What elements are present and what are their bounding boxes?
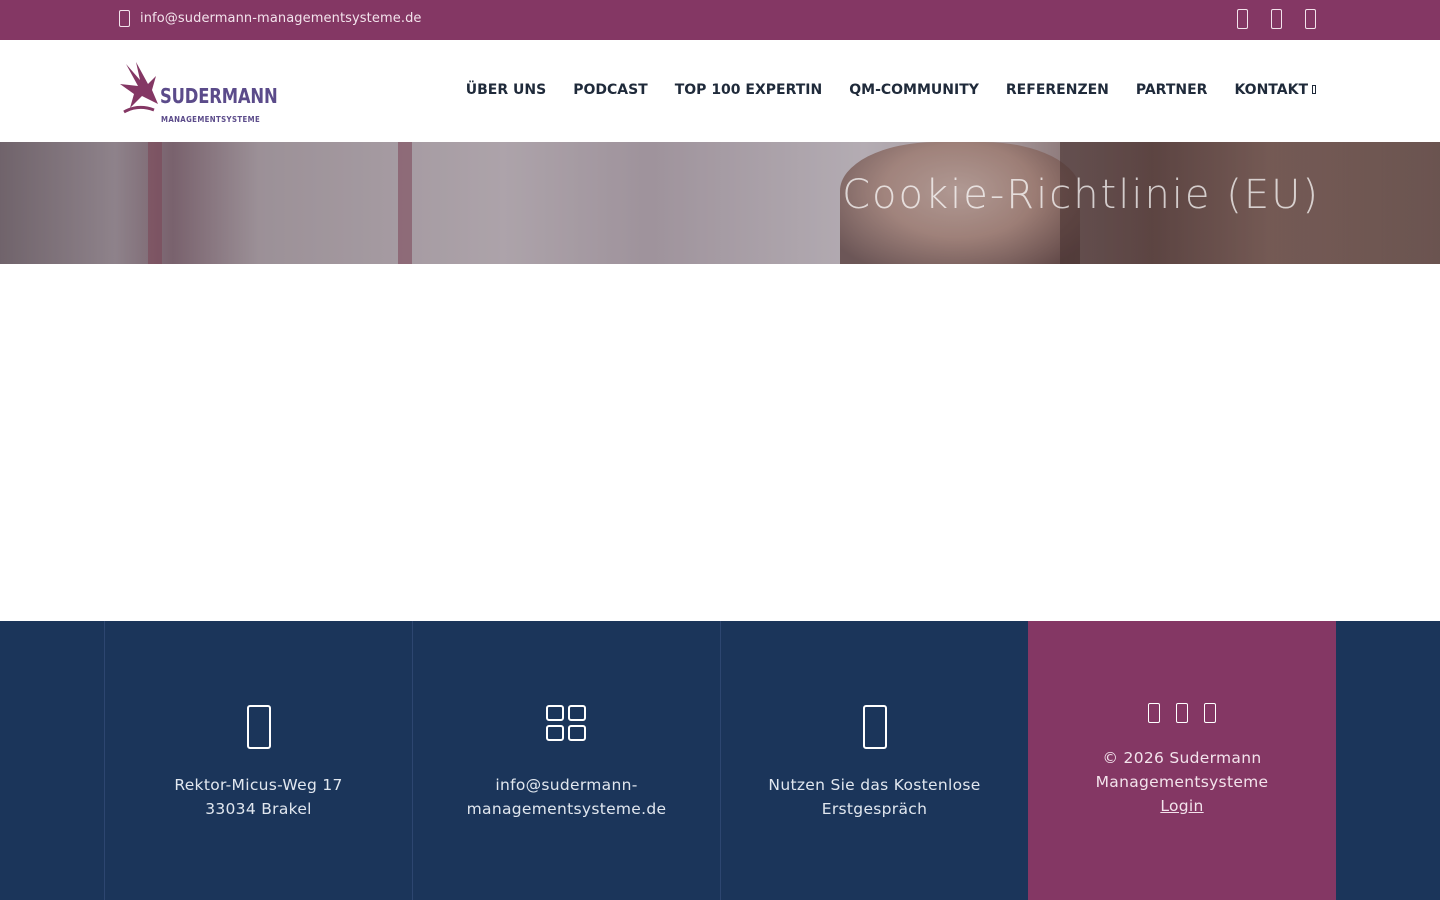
footer-copyright-column: © 2026 Sudermann Managementsysteme Login xyxy=(1028,621,1336,900)
footer-email-line1: info@sudermann- xyxy=(495,776,638,794)
instagram-icon[interactable] xyxy=(1176,703,1188,723)
topbar-email-text[interactable]: info@sudermann-managementsysteme.de xyxy=(140,11,422,26)
chevron-down-icon xyxy=(1312,85,1316,94)
footer-copyright: © 2026 Sudermann Managementsysteme Login xyxy=(1028,746,1336,818)
facebook-icon[interactable] xyxy=(1148,703,1160,723)
footer-consultation-line1: Nutzen Sie das Kostenlose xyxy=(768,776,981,794)
footer-address: Rektor-Micus-Weg 17 33034 Brakel xyxy=(105,773,412,821)
nav-item-ueber-uns[interactable]: ÜBER UNS xyxy=(466,82,546,98)
page-title: Cookie-Richtlinie (EU) xyxy=(842,172,1320,218)
mail-icon xyxy=(119,10,130,27)
copyright-line1: © 2026 Sudermann xyxy=(1102,749,1262,767)
site-logo[interactable]: SUDERMANN MANAGEMENTSYSTEME xyxy=(118,54,278,128)
top-bar: info@sudermann-managementsysteme.de xyxy=(0,0,1440,40)
footer-address-city: 33034 Brakel xyxy=(205,800,312,818)
nav-item-kontakt[interactable]: KONTAKT xyxy=(1234,82,1316,98)
phone-icon xyxy=(862,705,887,749)
nav-item-partner[interactable]: PARTNER xyxy=(1136,82,1208,98)
logo-wordmark: SUDERMANN xyxy=(160,84,278,108)
footer-address-column: Rektor-Micus-Weg 17 33034 Brakel xyxy=(104,621,412,900)
footer-address-street: Rektor-Micus-Weg 17 xyxy=(174,776,343,794)
site-footer: Rektor-Micus-Weg 17 33034 Brakel info@su… xyxy=(0,621,1440,900)
facebook-icon[interactable] xyxy=(1237,9,1248,29)
footer-email-link[interactable]: info@sudermann- managementsysteme.de xyxy=(413,773,720,821)
footer-social-links xyxy=(1148,703,1216,723)
footer-consultation-line2: Erstgespräch xyxy=(821,800,928,818)
linkedin-icon[interactable] xyxy=(1204,703,1216,723)
site-header: SUDERMANN MANAGEMENTSYSTEME ÜBER UNS POD… xyxy=(0,40,1440,142)
grid-icon xyxy=(545,705,588,741)
nav-item-qm-community[interactable]: QM-COMMUNITY xyxy=(849,82,979,98)
main-navigation: ÜBER UNS PODCAST TOP 100 EXPERTIN QM-COM… xyxy=(466,82,1316,98)
login-link[interactable]: Login xyxy=(1028,794,1336,818)
footer-email-column: info@sudermann- managementsysteme.de xyxy=(412,621,720,900)
footer-consultation-column: Nutzen Sie das Kostenlose Erstgespräch xyxy=(720,621,1028,900)
copyright-line2: Managementsysteme xyxy=(1095,773,1269,791)
nav-item-kontakt-label: KONTAKT xyxy=(1234,82,1308,98)
instagram-icon[interactable] xyxy=(1271,9,1282,29)
page-hero-banner: Cookie-Richtlinie (EU) xyxy=(0,142,1440,264)
page-content xyxy=(0,264,1440,621)
nav-item-referenzen[interactable]: REFERENZEN xyxy=(1006,82,1109,98)
linkedin-icon[interactable] xyxy=(1305,9,1316,29)
footer-consultation-link[interactable]: Nutzen Sie das Kostenlose Erstgespräch xyxy=(721,773,1028,821)
nav-item-podcast[interactable]: PODCAST xyxy=(573,82,648,98)
topbar-email-link[interactable]: info@sudermann-managementsysteme.de xyxy=(119,10,422,27)
nav-item-top-100-expertin[interactable]: TOP 100 EXPERTIN xyxy=(675,82,823,98)
footer-email-line2: managementsysteme.de xyxy=(466,800,667,818)
topbar-social-links xyxy=(1232,9,1321,29)
logo-subtitle: MANAGEMENTSYSTEME xyxy=(161,115,261,124)
map-marker-icon xyxy=(246,705,271,749)
